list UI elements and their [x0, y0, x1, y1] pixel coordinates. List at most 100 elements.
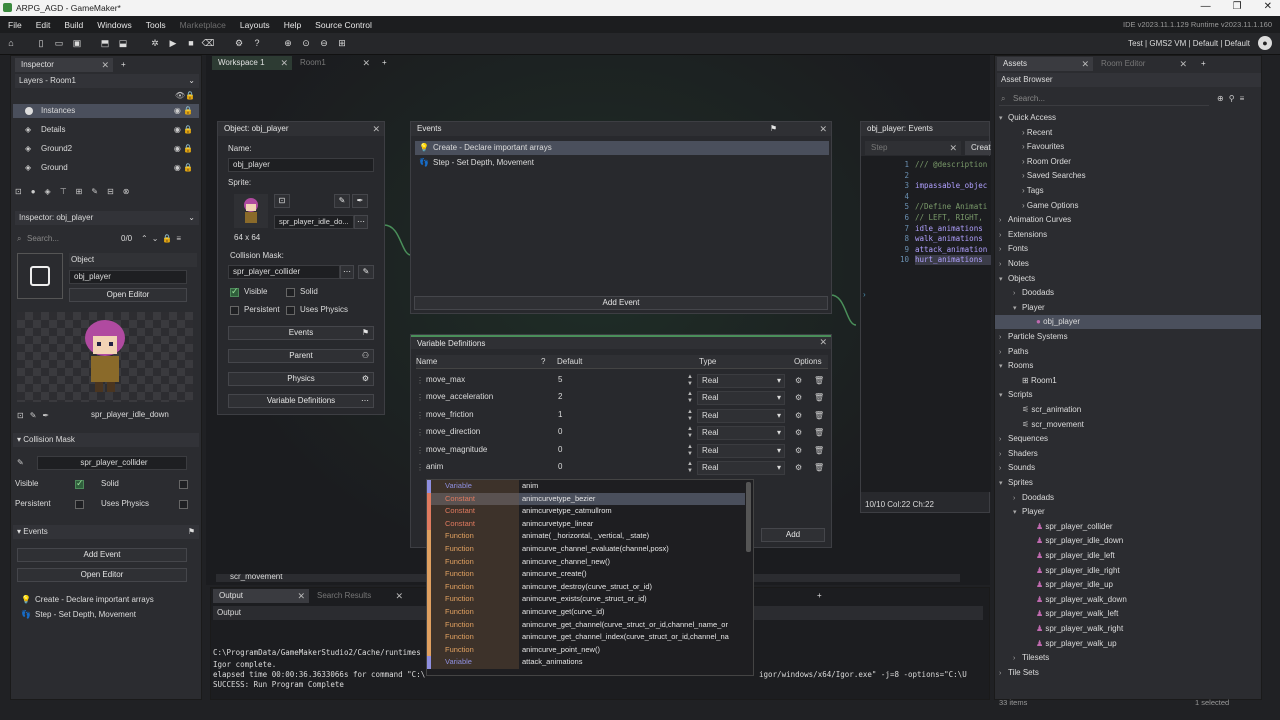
asset-actions[interactable]: ⊕⚲≡: [1217, 92, 1249, 106]
mask-edit-icon[interactable]: ✎: [358, 265, 374, 279]
sprite-tools[interactable]: ⊡✎✒: [17, 409, 67, 423]
code-line[interactable]: hurt_animations: [915, 255, 991, 266]
autocomplete-item[interactable]: Function animcurve_exists(curve_struct_or…: [427, 593, 745, 606]
asset-tree-item[interactable]: ⚟ scr_movement: [995, 418, 1261, 432]
asset-tree-item[interactable]: ♟ spr_player_idle_down: [995, 534, 1261, 548]
home-icon[interactable]: ⌂: [4, 36, 18, 50]
add-event-button-panel[interactable]: Add Event: [414, 296, 828, 310]
stepper-icon[interactable]: ▲ ▼: [687, 444, 693, 458]
variable-type-select[interactable]: Real ▾: [697, 408, 785, 423]
object-name-field[interactable]: obj_player: [69, 270, 187, 284]
variable-type-select[interactable]: Real ▾: [697, 461, 785, 475]
asset-tree-item[interactable]: › Doodads: [995, 491, 1261, 505]
asset-tree-item[interactable]: › Extensions: [995, 228, 1261, 242]
help-icon[interactable]: ?: [250, 36, 264, 50]
variable-default-field[interactable]: 1: [554, 409, 689, 423]
add-tab-icon[interactable]: +: [115, 58, 129, 72]
code-line[interactable]: impassable_objec: [915, 181, 991, 191]
collision-mask-field[interactable]: spr_player_collider: [37, 456, 187, 470]
autocomplete-item[interactable]: Function animcurve_get_channel(curve_stru…: [427, 618, 745, 632]
variable-default-field[interactable]: 0: [554, 444, 689, 458]
asset-tree-item[interactable]: ▾ Rooms: [995, 359, 1261, 373]
obj-solid-checkbox[interactable]: [286, 288, 295, 297]
layers-dropdown[interactable]: Layers - Room1 ⌄: [15, 74, 199, 88]
asset-tree-item[interactable]: › Shaders: [995, 447, 1261, 461]
variable-name-field[interactable]: move_magnitude: [422, 444, 552, 458]
asset-tree-item[interactable]: › Doodads: [995, 286, 1261, 300]
mask-edit-icon[interactable]: ✎: [17, 456, 24, 470]
fold-arrow-icon[interactable]: ›: [863, 290, 866, 299]
asset-tree-item[interactable]: ♟ spr_player_walk_down: [995, 593, 1261, 607]
autocomplete-item[interactable]: Function animcurve_channel_evaluate(chann…: [427, 543, 745, 556]
code-tab-step[interactable]: Step ✕: [865, 141, 961, 155]
open-editor-button[interactable]: Open Editor: [69, 288, 187, 302]
menu-tools[interactable]: Tools: [146, 20, 166, 30]
zoom-out-icon[interactable]: ⊖: [317, 36, 331, 50]
asset-tree-item[interactable]: ♟ spr_player_walk_right: [995, 622, 1261, 636]
close-icon[interactable]: ✕: [819, 122, 827, 136]
variable-name-field[interactable]: move_friction: [422, 409, 552, 423]
sprite-menu-button[interactable]: ⋯: [354, 215, 368, 229]
asset-tree-item[interactable]: › Paths: [995, 345, 1261, 359]
code-tab-create[interactable]: Creat: [965, 141, 991, 155]
asset-tree-item[interactable]: ▾ Quick Access: [995, 111, 1261, 125]
stepper-icon[interactable]: ▲ ▼: [687, 409, 693, 423]
variable-definitions-button[interactable]: Variable Definitions ⋯: [228, 394, 374, 408]
asset-tree-item[interactable]: › Room Order: [995, 155, 1261, 169]
visible-checkbox[interactable]: [75, 478, 84, 489]
settings-icon[interactable]: ⚙: [232, 36, 246, 50]
persistent-checkbox[interactable]: [75, 500, 84, 509]
obj-persistent-checkbox[interactable]: [230, 306, 239, 315]
autocomplete-item[interactable]: Function animcurve_channel_new(): [427, 555, 745, 569]
add-asset-tab[interactable]: +: [1195, 57, 1209, 71]
collision-mask-section[interactable]: ▾ Collision Mask: [13, 433, 199, 447]
tab-assets[interactable]: Assets ✕: [997, 57, 1093, 71]
gear-icon[interactable]: ⚙: [795, 391, 802, 405]
asset-tree-item[interactable]: ▾ Sprites: [995, 476, 1261, 490]
pick-sprite-icon[interactable]: ✒: [352, 194, 368, 208]
layer-details[interactable]: ◈ Details ◉ 🔒: [13, 123, 199, 137]
stepper-icon[interactable]: ▲ ▼: [687, 426, 693, 440]
variable-default-field[interactable]: 0: [554, 461, 689, 475]
code-line[interactable]: walk_animations: [915, 234, 991, 244]
variable-name-field[interactable]: move_acceleration: [422, 391, 552, 405]
asset-tree-item[interactable]: ⚟ scr_animation: [995, 403, 1261, 417]
visibility-icon[interactable]: 👁🔒: [165, 89, 195, 103]
mask-field[interactable]: spr_player_collider: [228, 265, 340, 279]
code-line[interactable]: // LEFT, RIGHT,: [915, 213, 991, 223]
gear-icon[interactable]: ⚙: [795, 409, 802, 423]
variable-default-field[interactable]: 2: [554, 391, 689, 405]
left-event-step[interactable]: 👣 Step - Set Depth, Movement: [21, 608, 136, 622]
menu-help[interactable]: Help: [284, 20, 301, 30]
asset-tree-item[interactable]: ▾ Player: [995, 505, 1261, 519]
gear-icon[interactable]: ⚙: [795, 461, 802, 475]
code-line[interactable]: /// @description: [915, 160, 991, 170]
code-line[interactable]: //Define Animati: [915, 202, 991, 212]
stepper-icon[interactable]: ▲ ▼: [687, 461, 693, 475]
tab-room-editor[interactable]: Room Editor ✕: [1095, 57, 1191, 71]
asset-tree-item[interactable]: ♟ spr_player_idle_left: [995, 549, 1261, 563]
zoom-reset-icon[interactable]: ⊙: [299, 36, 313, 50]
search-nav-icons[interactable]: ⌃⌄🔒≡: [141, 232, 197, 246]
variable-default-field[interactable]: 5: [554, 374, 689, 388]
add-variable-button[interactable]: Add: [761, 528, 825, 542]
script-tab-name[interactable]: scr_movement: [230, 574, 282, 582]
asset-tree-item[interactable]: › Tile Sets: [995, 666, 1261, 680]
layer-ground[interactable]: ◈ Ground ◉ 🔒: [13, 161, 199, 175]
asset-tree-item[interactable]: › Fonts: [995, 242, 1261, 256]
code-line[interactable]: idle_animations: [915, 224, 991, 234]
maximize-button[interactable]: ❐: [1233, 1, 1242, 12]
asset-tree-item[interactable]: ▾ Scripts: [995, 388, 1261, 402]
left-event-create[interactable]: 💡 Create - Declare important arrays: [21, 593, 154, 607]
autocomplete-scrollbar[interactable]: [746, 482, 751, 552]
variable-name-field[interactable]: move_max: [422, 374, 552, 388]
trash-icon[interactable]: 🗑: [814, 461, 824, 475]
grid-icon[interactable]: ⊞: [335, 36, 349, 50]
minimize-button[interactable]: —: [1201, 1, 1211, 12]
menu-file[interactable]: File: [8, 20, 22, 30]
variable-type-select[interactable]: Real ▾: [697, 391, 785, 406]
asset-tree-item[interactable]: ♟ spr_player_walk_up: [995, 637, 1261, 651]
asset-tree-item[interactable]: › Tilesets: [995, 651, 1261, 665]
inspector-search-input[interactable]: ⌕ Search...: [15, 232, 115, 246]
account-icon[interactable]: ●: [1258, 36, 1272, 50]
